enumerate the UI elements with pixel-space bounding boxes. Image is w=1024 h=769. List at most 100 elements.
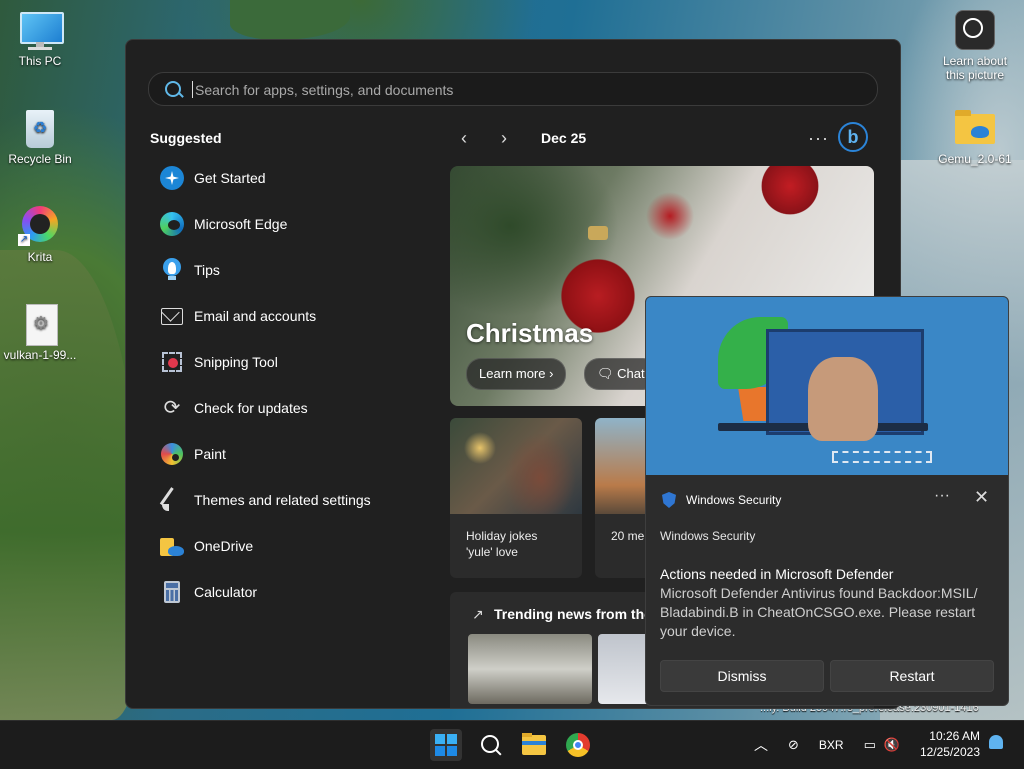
calculator-icon	[160, 580, 184, 604]
trending-title: Trending news from the...	[494, 606, 664, 622]
clock-time: 10:26 AM	[929, 729, 980, 743]
file-icon: ⚙	[18, 304, 62, 346]
suggested-item-paint[interactable]: Paint	[150, 431, 440, 477]
file-explorer-icon	[522, 735, 546, 755]
notification-app-name: Windows Security	[660, 529, 756, 543]
suggested-item-get-started[interactable]: Get Started	[150, 155, 440, 201]
tips-icon	[160, 258, 184, 282]
suggested-item-calculator[interactable]: Calculator	[150, 569, 440, 615]
ornament-hook	[588, 226, 608, 240]
brush-icon	[159, 487, 184, 512]
hero-title: Christmas	[466, 318, 594, 348]
notification-title: Actions needed in Microsoft Defender	[660, 566, 894, 582]
suggested-item-email[interactable]: Email and accounts	[150, 293, 440, 339]
suggested-item-label: Themes and related settings	[194, 492, 371, 508]
feed-card[interactable]: Holiday jokes 'yule' love	[450, 418, 582, 578]
search-handle	[494, 748, 502, 756]
suggested-item-label: Microsoft Edge	[194, 216, 288, 232]
chain	[832, 451, 932, 463]
chevron-right-icon: ›	[549, 366, 554, 381]
desktop-icon-vulkan[interactable]: ⚙ vulkan-1-99...	[0, 304, 80, 362]
restart-button[interactable]: Restart	[830, 660, 994, 692]
trending-icon: ↗	[472, 606, 484, 622]
suggested-item-check-updates[interactable]: ⟳ Check for updates	[150, 385, 440, 431]
search-input[interactable]	[193, 79, 797, 101]
suggested-item-label: Paint	[194, 446, 226, 462]
suggested-item-label: Snipping Tool	[194, 354, 278, 370]
file-explorer-stripe	[522, 741, 546, 745]
folder-icon	[953, 108, 997, 148]
close-icon[interactable]: ✕	[974, 487, 989, 508]
suggested-item-label: Calculator	[194, 584, 258, 600]
camera-icon	[953, 10, 997, 50]
more-options-icon[interactable]: ···	[808, 128, 829, 149]
bulldog	[808, 357, 878, 441]
display-icon[interactable]: ▭	[864, 737, 876, 753]
notification-more-icon[interactable]: ···	[934, 487, 950, 505]
news-image	[468, 634, 592, 704]
mail-icon	[160, 303, 184, 328]
desktop-icon-recycle-bin[interactable]: ♻ Recycle Bin	[0, 108, 80, 166]
start-button[interactable]	[430, 729, 462, 761]
chrome-button[interactable]	[562, 729, 594, 761]
monitor-icon	[18, 10, 64, 50]
suggested-item-themes[interactable]: Themes and related settings	[150, 477, 440, 523]
suggested-item-label: OneDrive	[194, 538, 254, 554]
edge-icon	[160, 212, 184, 236]
suggested-item-label: Tips	[194, 262, 220, 278]
desktop-icon-label: Learn about this picture	[942, 54, 1008, 82]
chevron-right-icon[interactable]: ›	[501, 128, 513, 148]
suggested-item-snipping-tool[interactable]: Snipping Tool	[150, 339, 440, 385]
clock-date: 12/25/2023	[919, 745, 980, 759]
security-notification[interactable]: Windows Security ··· ✕ Windows Security …	[645, 296, 1009, 706]
notification-header-label: Windows Security	[686, 493, 782, 507]
cliff-decoration	[230, 0, 350, 40]
notification-body: Microsoft Defender Antivirus found Backd…	[660, 585, 978, 639]
desktop-icon-label: This PC	[18, 54, 62, 68]
desktop-icon-label: vulkan-1-99...	[3, 348, 77, 362]
chevron-left-icon[interactable]: ‹	[461, 128, 473, 148]
file-explorer-button[interactable]	[518, 729, 550, 761]
desktop-icon-krita[interactable]: ↗ Krita	[0, 206, 80, 264]
suggested-item-tips[interactable]: Tips	[150, 247, 440, 293]
clock[interactable]: 10:26 AM 12/25/2023	[916, 728, 980, 760]
chat-icon: 🗨	[597, 366, 618, 381]
desktop-icon-this-pc[interactable]: This PC	[0, 10, 80, 68]
desktop-icon-label: Gemu_2.0-61	[938, 152, 1012, 166]
chevron-up-icon[interactable]: ︿	[754, 735, 768, 755]
notification-illustration	[646, 297, 1008, 475]
taskbar-search-button[interactable]	[474, 729, 506, 761]
desktop-icon-label: Krita	[27, 250, 53, 264]
krita-icon: ↗	[18, 206, 62, 246]
suggested-item-edge[interactable]: Microsoft Edge	[150, 201, 440, 247]
notification-header: Windows Security	[662, 492, 781, 508]
system-tray: ︿ ⊘ BXR ▭ 🔇	[754, 721, 900, 769]
get-started-icon	[160, 166, 184, 190]
network-disconnected-icon[interactable]: ⊘	[788, 737, 799, 753]
card-image	[450, 418, 582, 514]
learn-more-button[interactable]: Learn more ›	[466, 358, 567, 390]
notification-bell-icon[interactable]	[989, 735, 1003, 749]
update-icon: ⟳	[163, 397, 181, 419]
recycle-bin-icon: ♻	[18, 108, 62, 148]
suggested-item-label: Check for updates	[194, 400, 308, 416]
dismiss-button[interactable]: Dismiss	[660, 660, 824, 692]
taskbar: ︿ ⊘ BXR ▭ 🔇 10:26 AM 12/25/2023	[0, 720, 1024, 769]
shield-icon	[662, 492, 676, 508]
learn-more-label: Learn more	[479, 366, 546, 381]
desktop-icon-gemu[interactable]: Gemu_2.0-61	[935, 108, 1015, 166]
file-explorer-tab	[522, 733, 532, 737]
desktop-icon-learn-about-picture[interactable]: Learn about this picture	[935, 10, 1015, 82]
suggested-item-label: Get Started	[194, 170, 266, 186]
snipping-tool-icon	[160, 350, 184, 374]
feed-nav: ‹ › Dec 25	[461, 128, 586, 148]
suggested-item-onedrive[interactable]: OneDrive	[150, 523, 440, 569]
desktop-icon-label: Recycle Bin	[8, 152, 72, 166]
bing-icon[interactable]: b	[838, 122, 868, 152]
chrome-center	[573, 740, 583, 750]
input-language[interactable]: BXR	[819, 738, 844, 752]
start-search-box[interactable]	[148, 72, 878, 106]
volume-muted-icon[interactable]: 🔇	[884, 737, 900, 753]
suggested-item-label: Email and accounts	[194, 308, 317, 324]
feed-date: Dec 25	[541, 130, 587, 146]
